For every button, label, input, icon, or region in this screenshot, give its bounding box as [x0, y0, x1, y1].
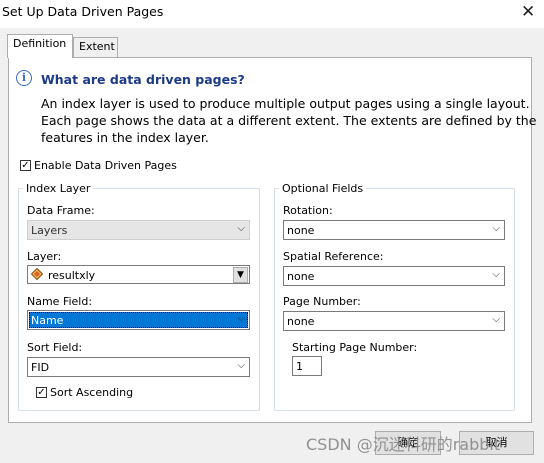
- page-number-select[interactable]: none ⌵: [283, 311, 505, 331]
- sort-field-label: Sort Field:: [27, 341, 83, 354]
- window-title: Set Up Data Driven Pages: [2, 4, 164, 19]
- starting-page-number-input[interactable]: 1: [292, 356, 322, 376]
- rotation-value: none: [287, 224, 315, 237]
- name-field-label: Name Field:: [27, 295, 93, 308]
- chevron-down-icon: ⌵: [237, 360, 245, 371]
- chevron-down-icon: ⌵: [237, 223, 245, 234]
- tab-extent[interactable]: Extent: [73, 37, 118, 57]
- data-frame-value: Layers: [31, 224, 68, 237]
- csdn-watermark: CSDN @沉迷科研的rabbit: [306, 435, 501, 454]
- page-number-value: none: [287, 315, 315, 328]
- tab-definition-label: Definition: [13, 37, 67, 50]
- tab-definition[interactable]: Definition: [7, 34, 73, 58]
- spatial-reference-value: none: [287, 270, 315, 283]
- spatial-reference-select[interactable]: none ⌵: [283, 266, 505, 286]
- chevron-down-icon: ⌵: [237, 313, 245, 324]
- data-frame-select[interactable]: Layers ⌵: [27, 220, 250, 240]
- data-frame-label: Data Frame:: [27, 204, 95, 217]
- index-layer-title: Index Layer: [23, 182, 94, 195]
- spatial-reference-label: Spatial Reference:: [283, 250, 384, 263]
- chevron-down-icon: ⌵: [492, 314, 500, 325]
- checkmark-icon: ✓: [37, 387, 46, 398]
- info-heading: What are data driven pages?: [41, 72, 245, 87]
- name-field-select[interactable]: Name ⌵: [27, 310, 250, 330]
- enable-ddp-label: Enable Data Driven Pages: [34, 159, 177, 172]
- name-field-value: Name: [31, 314, 64, 327]
- dropdown-button-icon: ▼: [233, 267, 248, 283]
- sort-field-select[interactable]: FID ⌵: [27, 357, 250, 377]
- info-description: An index layer is used to produce multip…: [41, 95, 537, 146]
- sort-field-value: FID: [31, 361, 50, 374]
- checkmark-icon: ✓: [21, 160, 30, 171]
- sort-ascending-label: Sort Ascending: [50, 386, 134, 399]
- chevron-down-icon: ⌵: [492, 269, 500, 280]
- starting-page-number-label: Starting Page Number:: [292, 341, 418, 354]
- polygon-layer-icon: [31, 268, 43, 280]
- enable-ddp-checkbox[interactable]: ✓: [20, 160, 31, 171]
- info-icon: i: [16, 70, 32, 86]
- layer-value: resultxly: [48, 269, 96, 282]
- rotation-select[interactable]: none ⌵: [283, 220, 505, 240]
- info-line: An index layer is used to produce multip…: [41, 96, 530, 111]
- chevron-down-icon: ⌵: [492, 223, 500, 234]
- starting-page-number-value: 1: [296, 360, 303, 373]
- layer-label: Layer:: [27, 250, 62, 263]
- page-number-label: Page Number:: [283, 295, 361, 308]
- info-line: Each page shows the data at a different …: [41, 113, 537, 128]
- tab-extent-label: Extent: [79, 40, 115, 53]
- info-line: features in the index layer.: [41, 130, 209, 145]
- optional-fields-title: Optional Fields: [279, 182, 367, 195]
- sort-ascending-checkbox[interactable]: ✓: [36, 387, 47, 398]
- rotation-label: Rotation:: [283, 204, 333, 217]
- layer-select[interactable]: resultxly ▼: [27, 265, 250, 284]
- close-icon[interactable]: ✕: [521, 2, 535, 22]
